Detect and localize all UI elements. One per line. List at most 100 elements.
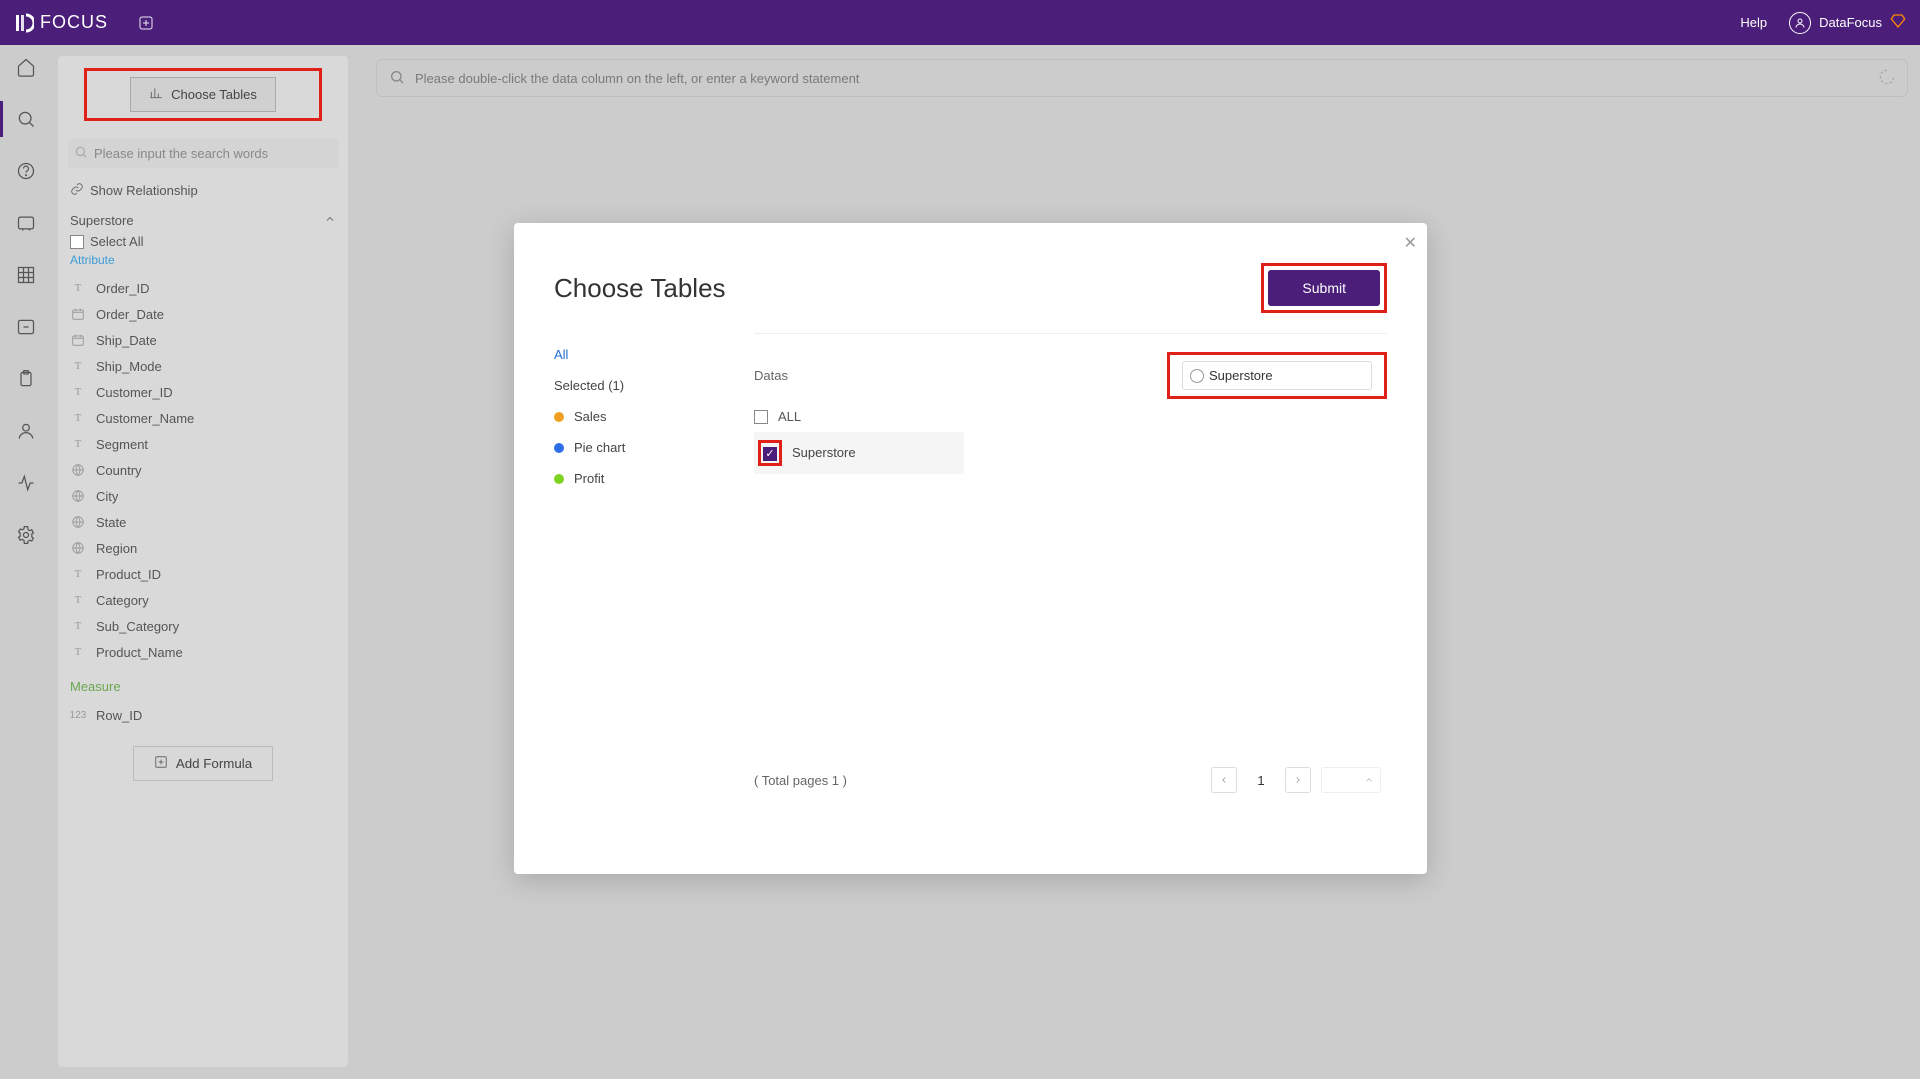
filter-selected[interactable]: Selected (1) [554,370,754,401]
nav-rail [0,45,52,1079]
column-name: Ship_Mode [96,359,162,374]
nav-home-icon[interactable] [14,55,38,79]
page-prev-button[interactable] [1211,767,1237,793]
select-all-checkbox[interactable] [70,235,84,249]
highlight-submit: Submit [1261,263,1387,313]
highlight-choose-tables: Choose Tables [84,68,322,121]
filter-list: Sales Pie chart Profit [554,401,754,494]
filter-label: Pie chart [574,440,625,455]
help-link[interactable]: Help [1740,15,1767,30]
column-name: Customer_Name [96,411,194,426]
type-icon: T [70,436,86,452]
select-all-row[interactable]: Select All [70,234,336,249]
filter-item[interactable]: Sales [554,401,754,432]
type-icon [70,306,86,322]
column-name: Country [96,463,142,478]
column-row[interactable]: TProduct_ID [68,561,338,587]
highlight-search [1167,352,1387,399]
column-name: Ship_Date [96,333,157,348]
filter-all[interactable]: All [554,339,754,370]
search-input-wrap [1182,361,1372,390]
page-next-button[interactable] [1285,767,1311,793]
column-row[interactable]: 123 Row_ID [68,702,338,728]
nav-activity-icon[interactable] [14,471,38,495]
modal-header: Choose Tables Submit [514,223,1427,333]
column-row[interactable]: Country [68,457,338,483]
nav-archive-icon[interactable] [14,315,38,339]
nav-clipboard-icon[interactable] [14,367,38,391]
table-search-input[interactable] [1182,361,1372,390]
column-name: State [96,515,126,530]
column-row[interactable]: TProduct_Name [68,639,338,665]
column-row[interactable]: Ship_Date [68,327,338,353]
column-row[interactable]: Region [68,535,338,561]
pager-text: ( Total pages 1 ) [754,773,847,788]
column-name: Product_ID [96,567,161,582]
nav-help-icon[interactable] [14,159,38,183]
filter-item[interactable]: Pie chart [554,432,754,463]
nav-settings-icon[interactable] [14,523,38,547]
chevron-up-icon [324,213,336,228]
close-icon[interactable]: ✕ [1404,233,1417,253]
search-words-input[interactable]: Please input the search words [68,139,338,168]
add-tab-button[interactable] [136,13,156,33]
type-icon [70,514,86,530]
measure-list: 123 Row_ID [68,702,338,728]
type-icon: 123 [70,707,86,723]
nav-user-icon[interactable] [14,419,38,443]
left-panel: Choose Tables Please input the search wo… [58,56,348,1067]
column-name: Category [96,593,149,608]
column-row[interactable]: City [68,483,338,509]
column-row[interactable]: T Customer_Name [68,405,338,431]
pager: ( Total pages 1 ) 1 [754,767,1387,793]
checkbox-all[interactable] [754,410,768,424]
filter-label: Sales [574,409,607,424]
type-icon [70,332,86,348]
type-icon [70,462,86,478]
highlight-row-checkbox: ✓ [758,440,782,466]
datas-label: Datas [754,368,788,383]
main-search-input[interactable]: Please double-click the data column on t… [376,59,1908,97]
column-row[interactable]: TOrder_ID [68,275,338,301]
type-icon [70,540,86,556]
user-menu[interactable]: DataFocus [1789,12,1906,34]
nav-grid-icon[interactable] [14,263,38,287]
column-row[interactable]: TCustomer_ID [68,379,338,405]
page-size-select[interactable] [1321,767,1381,793]
loading-icon [1879,69,1895,88]
column-row[interactable]: State [68,509,338,535]
color-dot-icon [554,474,564,484]
filter-item[interactable]: Profit [554,463,754,494]
table-row[interactable]: ✓Superstore [754,432,964,474]
user-avatar-icon [1789,12,1811,34]
column-name: Customer_ID [96,385,173,400]
nav-search-icon[interactable] [14,107,38,131]
type-icon: T [70,618,86,634]
search-icon [74,145,88,162]
column-row[interactable]: TCategory [68,587,338,613]
add-formula-button[interactable]: Add Formula [133,746,273,781]
logo-icon [14,13,34,33]
choose-tables-button[interactable]: Choose Tables [130,77,276,112]
row-checkbox[interactable]: ✓ [763,447,777,461]
row-all[interactable]: ALL [754,399,1387,432]
search-icon [389,69,405,88]
group-title-row[interactable]: Superstore [70,213,336,228]
filter-label: Profit [574,471,604,486]
column-row[interactable]: TSub_Category [68,613,338,639]
submit-button[interactable]: Submit [1268,270,1380,306]
topbar-right: Help DataFocus [1740,12,1906,34]
column-name: Row_ID [96,708,142,723]
user-name: DataFocus [1819,15,1882,30]
chart-icon [149,86,163,103]
column-row[interactable]: TShip_Mode [68,353,338,379]
data-column: Datas ALL ✓Superstore ( Total pages 1 ) … [754,333,1387,803]
plus-square-icon [154,755,168,772]
column-row[interactable]: TSegment [68,431,338,457]
nav-dashboard-icon[interactable] [14,211,38,235]
column-row[interactable]: Order_Date [68,301,338,327]
type-icon: T [70,280,86,296]
type-icon: T [70,410,86,426]
link-icon [70,182,84,199]
show-relationship-link[interactable]: Show Relationship [70,182,336,199]
